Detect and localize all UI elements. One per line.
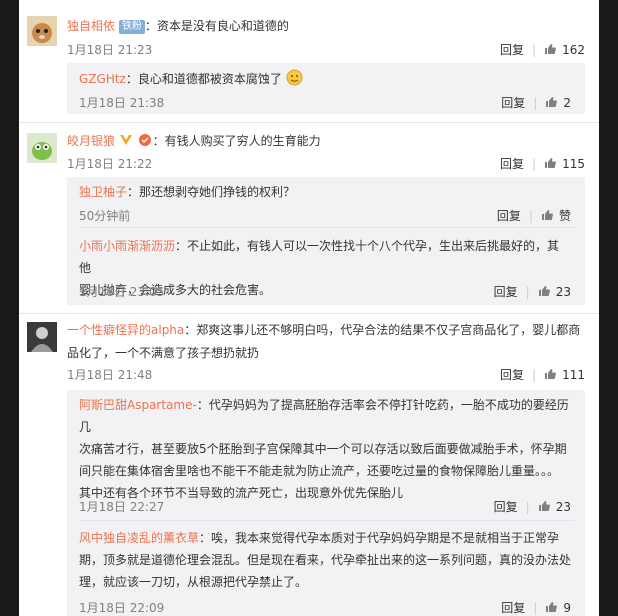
reply-text-cont: 理，就应该一刀切，从根源把代孕禁止了。	[79, 575, 308, 589]
reply-button[interactable]: 回复	[500, 368, 524, 382]
reply-actions: 回复 | 23	[493, 500, 571, 514]
comment-body: 独自相依 铁粉 ：资本是没有良心和道德的	[67, 17, 585, 36]
reply-text-cont: 期，顶多就是道德伦理会混乱。但是现在看来，代孕牵扯出来的这一系列问题，真的没办法…	[79, 553, 572, 567]
reply-time: 1月18日 21:38	[79, 96, 165, 110]
reply-username[interactable]: 小雨小雨渐渐沥沥	[79, 239, 175, 253]
like-count: 111	[562, 368, 585, 382]
comment-time: 1月18日 21:23	[67, 43, 153, 57]
like-icon[interactable]	[544, 368, 557, 380]
comment-thread: 皎月银狼 ：有钱人购买了穷人的生育能力 1月18日 21:22 回复 | 115 独…	[19, 123, 599, 314]
comment-text: ：有钱人购买了穷人的生育能力	[152, 134, 321, 148]
like-label[interactable]: 赞	[559, 209, 571, 223]
reply-button[interactable]: 回复	[494, 285, 518, 299]
reply-divider	[79, 520, 575, 521]
reply-button[interactable]: 回复	[501, 601, 525, 615]
reply-text-cont: 间只能在集体宿舍里啥也不能干不能走就为防止流产，还要吃过量的食物保障胎儿重量。。…	[79, 464, 560, 478]
avatar[interactable]	[27, 322, 57, 352]
reply-button[interactable]: 回复	[497, 209, 521, 223]
like-count: 23	[555, 500, 571, 514]
comment-actions: 回复 | 111	[500, 368, 585, 382]
comment-text: ：资本是没有良心和道德的	[144, 19, 289, 33]
reply-actions: 回复 | 23	[493, 285, 571, 299]
reply-button[interactable]: 回复	[494, 500, 518, 514]
reply-time: 50分钟前	[79, 209, 131, 223]
reply-button[interactable]: 回复	[500, 157, 524, 171]
reply-username[interactable]: 阿斯巴甜Aspartame-	[79, 398, 197, 412]
comment-thread: 一个性癖怪异的alpha：郑爽这事儿还不够明白吗，代孕合法的结果不仅子宫商品化了…	[19, 314, 599, 616]
reply-list: 阿斯巴甜Aspartame-：代孕妈妈为了提高胚胎存活率会不停打针吃药，一胎不成…	[67, 390, 585, 616]
reply-username[interactable]: GZGHtz	[79, 72, 126, 86]
comment-time: 1月18日 21:48	[67, 368, 153, 382]
like-count: 9	[563, 601, 571, 615]
reply-username[interactable]: 独卫柚子	[79, 185, 127, 199]
reply-text: ：那还想剥夺她们挣钱的权利？	[127, 185, 296, 199]
member-badge-icon	[138, 134, 151, 146]
like-icon[interactable]	[538, 500, 550, 512]
like-count: 115	[562, 157, 585, 171]
smiling-emoji-icon	[286, 69, 303, 86]
like-icon[interactable]	[545, 601, 558, 613]
reply-list: 独卫柚子：那还想剥夺她们挣钱的权利？ 50分钟前 回复 | 赞 小雨小雨渐渐沥沥：不…	[67, 177, 585, 305]
like-icon[interactable]	[544, 43, 557, 55]
reply-time: 1月18日 22:27	[79, 500, 165, 514]
reply-time: 1月18日 22:09	[79, 601, 165, 615]
avatar[interactable]	[27, 133, 57, 163]
like-icon[interactable]	[538, 285, 550, 297]
reply-text: ：良心和道德都被资本腐蚀了	[125, 72, 282, 86]
like-icon[interactable]	[541, 209, 553, 221]
reply-username[interactable]: 风中独自凌乱的薰衣草	[79, 531, 199, 545]
comment-username[interactable]: 独自相依	[67, 19, 115, 33]
fan-badge[interactable]: 铁粉	[118, 20, 145, 34]
comment-time: 1月18日 21:22	[67, 157, 153, 171]
comment-list: 独自相依 铁粉 ：资本是没有良心和道德的 1月18日 21:23 回复 | 162 G…	[19, 0, 599, 616]
reply-list: GZGHtz：良心和道德都被资本腐蚀了 1月18日 21:38 回复 | 2	[67, 63, 585, 114]
comment-text-cont: 品化了，一个不满意了孩子想扔就扔	[67, 346, 260, 360]
reply-text-cont: 次痛苦才行，甚至要放5个胚胎到子宫保障其中一个可以存活以致后面要做减胎手术，怀孕…	[79, 442, 567, 456]
comment-actions: 回复 | 162	[500, 43, 585, 57]
reply-divider	[79, 227, 575, 228]
like-count: 23	[555, 285, 571, 299]
like-icon[interactable]	[545, 96, 558, 108]
reply-actions: 回复 | 9	[501, 601, 571, 615]
comment-thread: 独自相依 铁粉 ：资本是没有良心和道德的 1月18日 21:23 回复 | 162 G…	[19, 0, 599, 123]
like-count: 162	[562, 43, 585, 57]
reply-button[interactable]: 回复	[500, 43, 524, 57]
comment-username[interactable]: 一个性癖怪异的alpha	[67, 323, 184, 337]
reply-time: 1月18日 23:05	[79, 285, 165, 299]
comment-actions: 回复 | 115	[500, 157, 585, 171]
reply-actions: 回复 | 2	[501, 96, 571, 110]
comment-text: ：郑爽这事儿还不够明白吗，代孕合法的结果不仅子宫商品化了，婴儿都商	[184, 323, 581, 337]
comment-username[interactable]: 皎月银狼	[67, 134, 115, 148]
reply-text: ：唉，我本来觉得代孕本质对于代孕妈妈孕期是不是就相当于正常孕	[199, 531, 560, 545]
like-count: 2	[563, 96, 571, 110]
reply-actions: 回复 | 赞	[496, 209, 571, 223]
reply-button[interactable]: 回复	[501, 96, 525, 110]
verified-v-icon	[119, 135, 132, 145]
avatar[interactable]	[27, 16, 57, 46]
like-icon[interactable]	[544, 157, 557, 169]
